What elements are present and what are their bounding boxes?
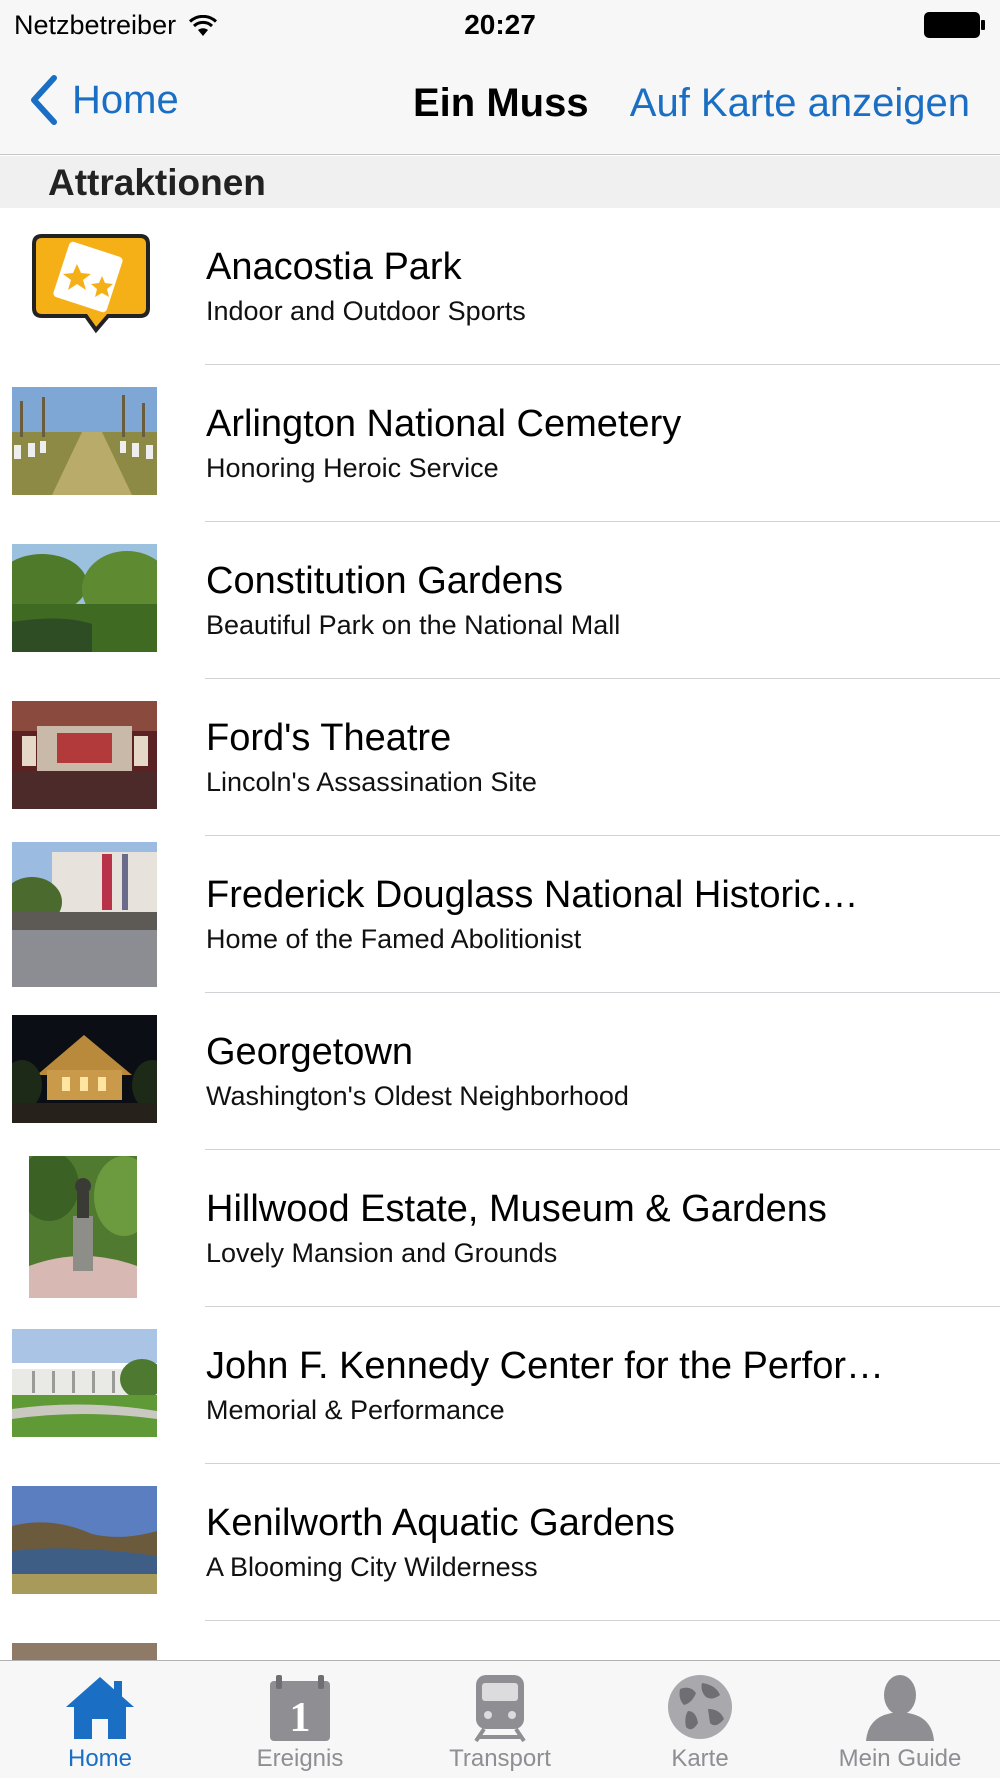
tab-label: Karte [671,1745,729,1772]
item-subtitle: Beautiful Park on the National Mall [206,610,621,640]
item-title: Constitution Gardens [206,560,563,602]
tab-label: Transport [449,1745,551,1772]
person-icon [866,1675,934,1741]
list-item[interactable]: Ford's Theatre Lincoln's Assassination S… [0,679,1000,836]
list-item[interactable]: Frederick Douglass National Historic… Ho… [0,836,1000,993]
calendar-icon: 1 [270,1675,330,1741]
kennedy-center-photo [12,1329,157,1437]
tab-label: Home [67,1745,133,1772]
list-item[interactable]: John F. Kennedy Center for the Perfor… M… [0,1307,1000,1464]
douglass-house-photo [12,842,157,987]
georgetown-photo [12,1015,157,1123]
back-button-label: Home [72,77,179,122]
battery-icon [924,12,985,38]
item-subtitle: Lovely Mansion and Grounds [206,1238,558,1268]
navigation-bar: Home Ein Muss Auf Karte anzeigen [0,50,1000,155]
home-icon [66,1677,134,1739]
list-item[interactable]: Arlington National Cemetery Honoring Her… [0,365,1000,522]
item-title: Kenilworth Aquatic Gardens [206,1502,675,1544]
svg-text:1: 1 [290,1695,311,1741]
item-title: Hillwood Estate, Museum & Gardens [206,1188,827,1230]
tab-mein-guide[interactable]: Mein Guide [800,1661,1000,1778]
section-header: Attraktionen [0,156,1000,208]
item-subtitle: Home of the Famed Abolitionist [206,924,582,954]
tab-label: Ereignis [256,1745,344,1772]
tab-transport[interactable]: Transport [400,1661,600,1778]
back-button[interactable]: Home [28,74,179,126]
train-icon [474,1675,526,1743]
item-subtitle: Washington's Oldest Neighborhood [206,1081,629,1111]
list-item[interactable]: Kenilworth Aquatic Gardens A Blooming Ci… [0,1464,1000,1621]
item-subtitle: Memorial & Performance [206,1395,505,1425]
tab-home[interactable]: Home [0,1661,200,1778]
tab-bar: Home 1 Ereignis Transport Karte Mein Gui… [0,1660,1000,1778]
item-title: Georgetown [206,1031,414,1073]
item-title: John F. Kennedy Center for the Perfor… [206,1345,885,1387]
item-subtitle: Honoring Heroic Service [206,453,499,483]
tab-label: Mein Guide [838,1745,962,1772]
item-title: Arlington National Cemetery [206,403,682,445]
status-time: 20:27 [464,9,536,40]
item-subtitle: A Blooming City Wilderness [206,1552,538,1582]
attraction-category-icon [12,230,157,338]
chevron-left-icon [31,75,57,125]
item-title: Ford's Theatre [206,717,452,759]
list-item[interactable] [0,1621,1000,1660]
item-title: Anacostia Park [206,246,462,288]
hillwood-estate-photo [29,1156,137,1298]
aquatic-gardens-photo [12,1486,157,1594]
gardens-photo [12,544,157,652]
item-subtitle: Lincoln's Assassination Site [206,767,537,797]
list-item[interactable]: Anacostia Park Indoor and Outdoor Sports [0,208,1000,365]
globe-icon [668,1675,732,1739]
theatre-photo [12,701,157,809]
attraction-photo [12,1643,157,1660]
attractions-list[interactable]: Anacostia Park Indoor and Outdoor Sports… [0,208,1000,1660]
tab-ereignis[interactable]: 1 Ereignis [200,1661,400,1778]
tab-karte[interactable]: Karte [600,1661,800,1778]
list-item[interactable]: Constitution Gardens Beautiful Park on t… [0,522,1000,679]
section-title: Attraktionen [48,162,266,203]
cemetery-photo [12,387,157,495]
list-item[interactable]: Hillwood Estate, Museum & Gardens Lovely… [0,1150,1000,1307]
status-bar: Netzbetreiber 20:27 [0,0,1000,50]
list-item[interactable]: Georgetown Washington's Oldest Neighborh… [0,993,1000,1150]
item-title: Frederick Douglass National Historic… [206,874,859,916]
item-subtitle: Indoor and Outdoor Sports [206,296,526,326]
page-title: Ein Muss [413,81,589,125]
show-on-map-button[interactable]: Auf Karte anzeigen [630,81,970,126]
